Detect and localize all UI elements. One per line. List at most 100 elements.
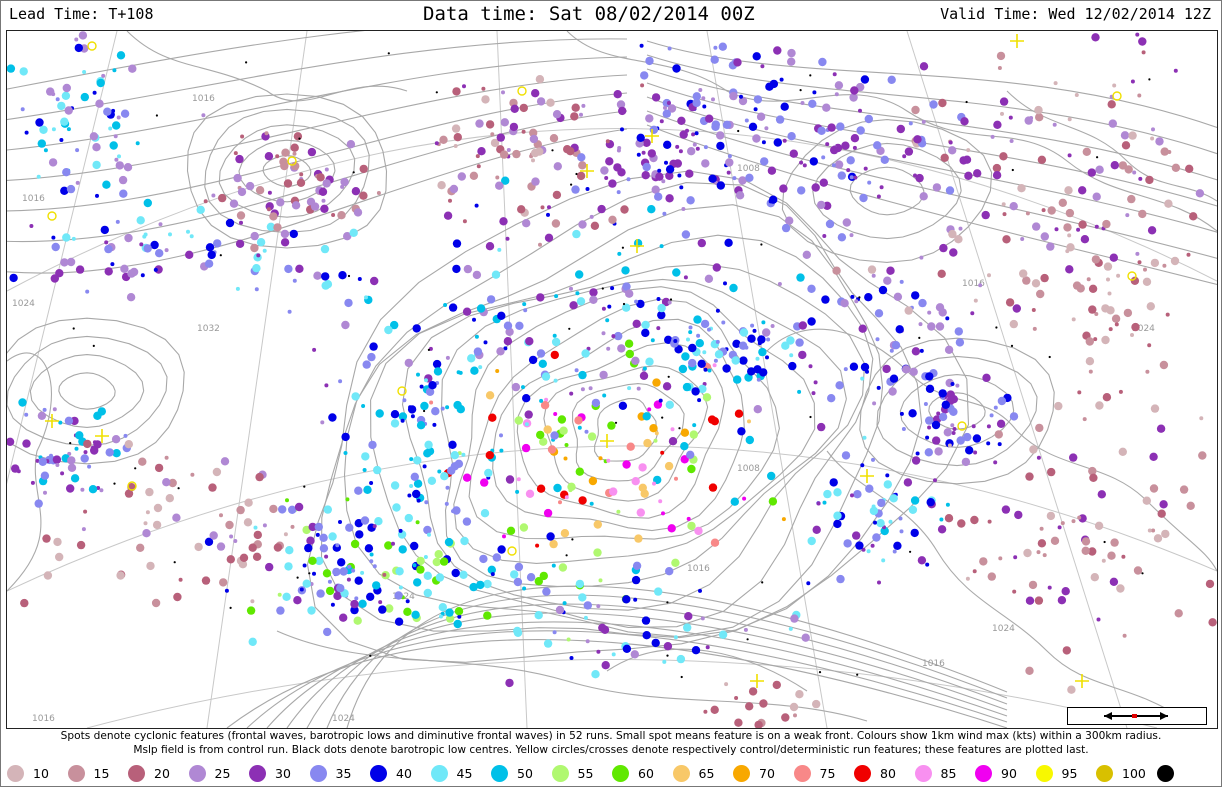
legend-item: 75 [793,763,835,783]
feature-spot [841,451,851,460]
feature-spot [978,283,983,288]
feature-spot [973,298,978,303]
feature-spot [680,428,690,437]
barotropic-low-dot [809,415,812,419]
feature-spot [1054,227,1059,232]
feature-spot [448,303,458,312]
feature-spot [627,386,632,391]
feature-spot [739,356,748,365]
feature-spot [795,338,804,347]
feature-spot [686,516,691,521]
feature-spot [739,328,749,337]
feature-spot [761,140,766,145]
legend-label: 10 [33,765,49,781]
feature-spot [331,213,336,217]
feature-spot [902,154,907,159]
feature-spot [700,319,710,329]
feature-spot [314,522,323,532]
feature-spot [703,709,708,714]
feature-spot [633,597,638,602]
legend-swatch [1035,764,1053,782]
legend-item: 30 [249,763,291,783]
feature-spot [1118,389,1123,394]
feature-spot [544,233,554,242]
control-circle-icon [507,546,517,556]
feature-spot [429,400,434,405]
feature-spot [1032,326,1037,331]
feature-spot [499,433,503,438]
feature-spot [581,103,586,108]
feature-spot [657,303,666,313]
isobar-label: 1016 [922,659,945,669]
feature-spot [324,383,329,388]
feature-spot [817,422,826,432]
feature-spot [1121,141,1131,150]
isobar [58,372,116,410]
feature-spot [312,571,316,576]
feature-spot [392,503,401,512]
feature-spot [1122,633,1127,638]
feature-spot [598,456,603,461]
feature-spot [362,468,367,472]
legend-label: 85 [940,765,957,781]
barotropic-low-dot [219,254,222,257]
feature-spot [1058,198,1068,207]
isobar [646,124,1217,286]
feature-spot [762,328,771,337]
feature-spot [692,142,697,147]
barotropic-low-dot [435,91,438,94]
feature-spot [707,415,717,424]
weather-map[interactable]: 1016101610241032100810161024102410161024… [6,30,1218,729]
feature-spot [558,500,562,505]
barotropic-low-dot [1148,78,1151,81]
feature-spot [100,225,110,235]
feature-spot [1185,164,1194,173]
feature-spot [713,358,718,363]
feature-spot [78,31,88,40]
feature-spot [589,214,594,219]
feature-spot [92,143,101,152]
legend-swatch [1156,764,1174,782]
feature-spot [416,372,420,377]
feature-spot [477,147,486,156]
feature-spot [321,272,330,281]
feature-spot [92,440,97,445]
feature-spot [505,475,515,484]
legend-label: 20 [154,765,170,781]
feature-spot [1081,546,1090,555]
feature-spot [338,271,347,280]
feature-spot [336,584,345,593]
barotropic-low-dot [1010,344,1014,347]
feature-spot [423,588,432,598]
feature-spot [600,625,610,634]
feature-spot [534,611,543,620]
feature-spot [986,424,991,429]
feature-spot [310,202,320,211]
feature-spot [445,485,450,490]
feature-spot [926,498,935,507]
legend-swatch [975,764,992,782]
feature-spot [262,523,267,528]
feature-spot [809,157,818,166]
feature-spot [617,168,626,177]
feature-spot [483,611,492,620]
feature-spot [833,519,842,529]
feature-spot [735,191,745,200]
feature-spot [256,238,266,247]
feature-spot [966,148,971,153]
feature-spot [505,236,510,241]
feature-spot [546,212,550,217]
feature-spot [943,428,952,437]
feature-spot [773,138,782,147]
feature-spot [1094,521,1104,530]
feature-spot [569,301,578,310]
feature-spot [1071,519,1076,524]
feature-spot [674,476,678,481]
feature-spot [818,57,827,67]
feature-spot [513,628,523,637]
feature-spot [514,562,524,572]
feature-spot [689,430,698,439]
barotropic-low-dot [661,416,664,419]
feature-spot [351,187,361,196]
feature-spot [502,534,506,539]
